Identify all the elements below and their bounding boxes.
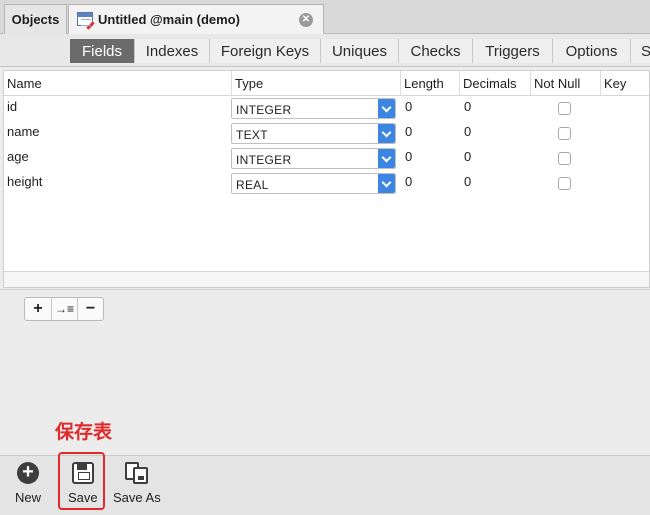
not-null-checkbox[interactable] <box>558 102 571 115</box>
field-name-cell[interactable]: age <box>7 149 29 164</box>
chevron-down-icon[interactable] <box>378 99 395 118</box>
tab-foreign-keys-label: Foreign Keys <box>220 42 310 60</box>
tab-untitled-label: Untitled @main (demo) <box>98 11 240 27</box>
field-decimals-cell[interactable]: 0 <box>464 124 471 139</box>
close-tab-icon[interactable]: ✕ <box>299 13 313 27</box>
column-header-key[interactable]: Key <box>600 71 650 96</box>
field-length-cell[interactable]: 0 <box>405 174 412 189</box>
field-type-select[interactable]: REAL <box>231 173 396 194</box>
field-type-select[interactable]: INTEGER <box>231 148 396 169</box>
tab-objects-label: Objects <box>11 12 60 27</box>
field-decimals-cell[interactable]: 0 <box>464 149 471 164</box>
not-null-checkbox[interactable] <box>558 177 571 190</box>
tab-options[interactable]: Options <box>552 39 630 63</box>
field-row-tools: + →≡ − <box>24 297 104 321</box>
save-as-icon <box>124 462 149 484</box>
tab-indexes[interactable]: Indexes <box>134 39 209 63</box>
tab-uniques-label: Uniques <box>331 42 388 60</box>
horizontal-scrollbar[interactable] <box>4 271 649 287</box>
field-name-cell[interactable]: height <box>7 174 42 189</box>
field-type-value: INTEGER <box>236 103 292 117</box>
field-decimals-cell[interactable]: 0 <box>464 174 471 189</box>
insert-field-button[interactable]: →≡ <box>51 298 77 320</box>
tab-fields[interactable]: Fields <box>70 39 134 63</box>
save-as-button-label: Save As <box>113 490 161 505</box>
field-type-value: INTEGER <box>236 153 292 167</box>
field-name-cell[interactable]: id <box>7 99 17 114</box>
field-type-value: TEXT <box>236 128 268 142</box>
chevron-down-icon[interactable] <box>378 149 395 168</box>
table-row[interactable]: height REAL 0 0 <box>4 171 649 196</box>
column-header-length[interactable]: Length <box>400 71 459 96</box>
remove-field-button[interactable]: − <box>77 298 103 320</box>
save-as-button[interactable]: Save As <box>113 462 161 505</box>
tab-options-label: Options <box>565 42 618 60</box>
column-header-decimals[interactable]: Decimals <box>459 71 530 96</box>
field-type-select[interactable]: TEXT <box>231 123 396 144</box>
tab-fields-label: Fields <box>81 42 122 60</box>
tab-foreign-keys[interactable]: Foreign Keys <box>209 39 320 63</box>
document-tab-bar: Objects Untitled @main (demo) ✕ <box>0 0 650 34</box>
fields-grid: Name Type Length Decimals Not Null Key i… <box>3 70 650 288</box>
tab-more[interactable]: S <box>630 39 650 63</box>
table-row[interactable]: name TEXT 0 0 <box>4 121 649 146</box>
save-highlight-box <box>58 452 105 510</box>
column-header-type[interactable]: Type <box>231 71 400 96</box>
tab-uniques[interactable]: Uniques <box>320 39 398 63</box>
table-row[interactable]: age INTEGER 0 0 <box>4 146 649 171</box>
tab-more-label: S <box>641 42 650 60</box>
not-null-checkbox[interactable] <box>558 127 571 140</box>
field-decimals-cell[interactable]: 0 <box>464 99 471 114</box>
tab-untitled-table[interactable]: Untitled @main (demo) ✕ <box>68 4 324 34</box>
chevron-down-icon[interactable] <box>378 124 395 143</box>
tab-checks-label: Checks <box>410 42 461 60</box>
add-field-button[interactable]: + <box>25 298 51 320</box>
divider <box>0 289 650 290</box>
field-type-value: REAL <box>236 178 269 192</box>
tab-checks[interactable]: Checks <box>398 39 472 63</box>
new-button-label: New <box>15 490 42 505</box>
column-header-name[interactable]: Name <box>4 71 231 96</box>
new-button[interactable]: + New <box>15 462 42 506</box>
field-name-cell[interactable]: name <box>7 124 40 139</box>
not-null-checkbox[interactable] <box>558 152 571 165</box>
column-header-not-null[interactable]: Not Null <box>530 71 600 96</box>
table-design-icon <box>77 12 95 30</box>
field-type-select[interactable]: INTEGER <box>231 98 396 119</box>
table-row[interactable]: id INTEGER 0 0 <box>4 96 649 121</box>
annotation-label: 保存表 <box>55 422 113 443</box>
field-length-cell[interactable]: 0 <box>405 149 412 164</box>
plus-circle-icon: + <box>17 462 39 484</box>
tab-indexes-label: Indexes <box>145 42 199 60</box>
tab-objects[interactable]: Objects <box>4 4 67 34</box>
designer-tab-bar: Fields Indexes Foreign Keys Uniques Chec… <box>0 34 650 67</box>
tab-triggers[interactable]: Triggers <box>472 39 552 63</box>
field-length-cell[interactable]: 0 <box>405 99 412 114</box>
grid-header: Name Type Length Decimals Not Null Key <box>4 71 649 96</box>
tab-triggers-label: Triggers <box>485 42 540 60</box>
chevron-down-icon[interactable] <box>378 174 395 193</box>
field-length-cell[interactable]: 0 <box>405 124 412 139</box>
